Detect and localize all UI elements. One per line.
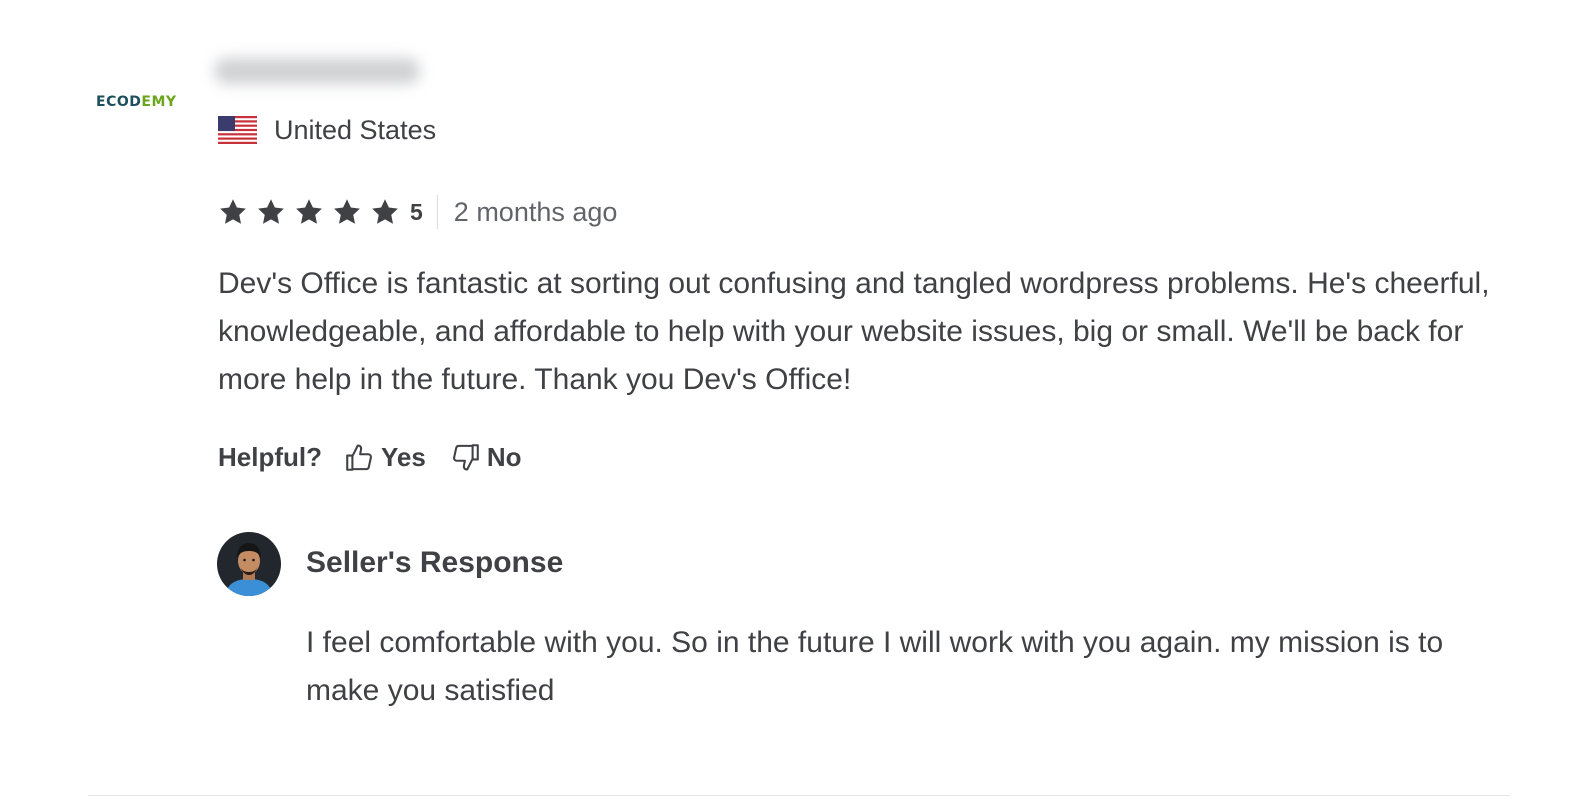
helpful-label: Helpful? — [218, 441, 322, 472]
helpful-row: Helpful? Yes No — [218, 436, 546, 478]
reviewer-logo-text-primary: ECOD — [96, 94, 142, 110]
seller-avatar — [217, 532, 281, 596]
review-text: Dev's Office is fantastic at sorting out… — [218, 267, 1490, 396]
helpful-yes-button[interactable]: Yes — [344, 442, 426, 473]
rating-value: 5 — [410, 198, 423, 225]
reviewer-username-blurred — [214, 58, 420, 84]
star-icon — [372, 199, 398, 224]
review-separator — [88, 795, 1510, 796]
rating-row: 5 2 months ago — [218, 193, 617, 231]
us-flag-icon — [218, 116, 257, 144]
seller-response-title: Seller's Response — [306, 546, 564, 579]
rating-divider — [436, 195, 438, 229]
seller-response-text: I feel comfortable with you. So in the f… — [306, 626, 1444, 707]
review-date: 2 months ago — [453, 196, 618, 227]
thumbs-up-icon — [346, 443, 372, 471]
thumbs-down-icon — [452, 443, 479, 471]
star-rating — [218, 197, 408, 227]
star-icon — [296, 199, 322, 224]
helpful-no-label: No — [486, 441, 522, 472]
star-icon — [334, 199, 360, 224]
star-icon — [258, 199, 284, 224]
helpful-no-button[interactable]: No — [450, 442, 522, 473]
reviewer-logo-text-accent: EMY — [141, 94, 177, 110]
reviewer-country: United States — [218, 114, 436, 146]
star-icon — [220, 199, 246, 224]
reviewer-logo: ECODEMY — [96, 93, 177, 111]
helpful-yes-label: Yes — [381, 441, 426, 472]
country-name: United States — [274, 114, 437, 145]
